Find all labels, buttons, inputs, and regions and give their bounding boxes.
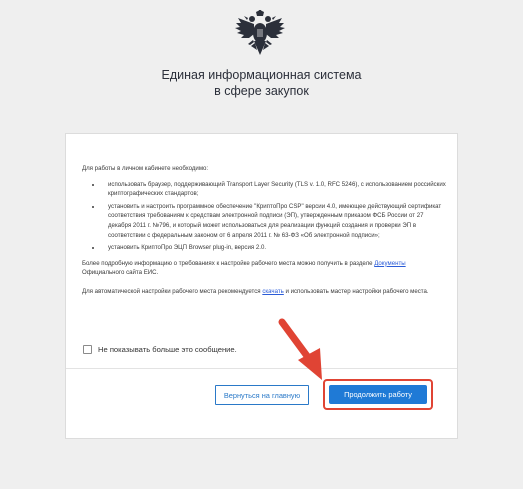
back-to-main-button[interactable]: Вернуться на главную — [215, 385, 309, 405]
requirement-item: установить КриптоПро ЭЦП Browser plug-in… — [102, 243, 446, 253]
site-title-line1: Единая информационная система — [161, 68, 362, 82]
highlight-frame: Продолжить работу — [323, 379, 433, 410]
dont-show-checkbox[interactable] — [83, 345, 92, 354]
requirement-item: установить и настроить программное обесп… — [102, 202, 446, 240]
more-info-text: Более подробную информацию о требованиях… — [82, 259, 406, 277]
red-arrow-icon — [278, 318, 322, 380]
download-link[interactable]: скачать — [262, 288, 284, 295]
auto-setup-text: Для автоматической настройки рабочего ме… — [82, 287, 429, 295]
site-title-line2: в сфере закупок — [214, 84, 309, 98]
requirement-item: использовать браузер, поддерживающий Tra… — [102, 180, 446, 199]
site-title: Единая информационная система в сфере за… — [0, 67, 523, 99]
requirements-dialog: Для работы в личном кабинете необходимо:… — [65, 133, 458, 439]
dont-show-label: Не показывать больше это сообщение. — [98, 345, 237, 354]
documents-link[interactable]: Документы — [374, 260, 405, 267]
intro-text: Для работы в личном кабинете необходимо: — [82, 165, 209, 172]
dialog-content: Для работы в личном кабинете необходимо:… — [82, 164, 446, 297]
continue-button[interactable]: Продолжить работу — [329, 385, 427, 404]
dont-show-row[interactable]: Не показывать больше это сообщение. — [83, 345, 237, 354]
divider — [66, 368, 457, 369]
requirements-list: использовать браузер, поддерживающий Tra… — [82, 180, 446, 253]
emblem-icon — [235, 10, 285, 55]
